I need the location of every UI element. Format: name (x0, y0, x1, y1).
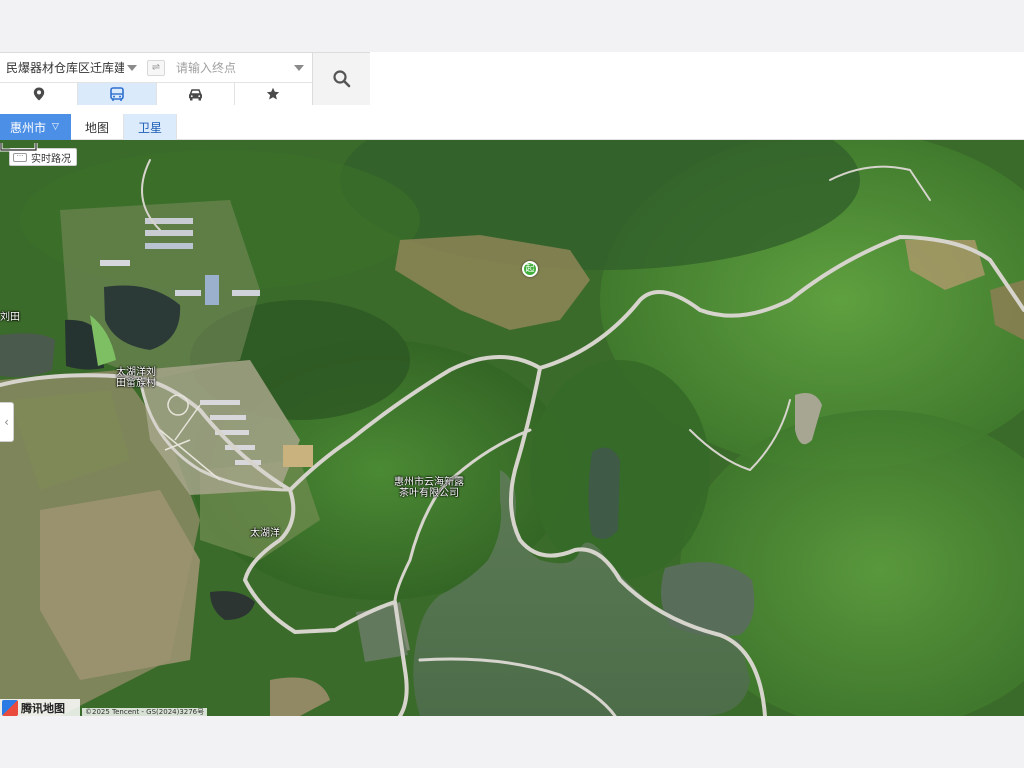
place-label-tea-company[interactable]: 惠州市云海新露 茶叶有限公司 (394, 477, 464, 499)
mode-car[interactable] (156, 83, 235, 105)
scale-bar (0, 143, 38, 152)
travel-mode-tabs (0, 82, 312, 105)
place-label-village[interactable]: 太湖洋刘 田畲族村 (116, 367, 156, 389)
tab-satellite[interactable]: 卫星 (124, 114, 177, 140)
swap-button[interactable]: ⇌ (147, 60, 165, 76)
chevron-left-icon: ‹ (4, 415, 9, 429)
place-label-liutian-text: 刘田 (0, 312, 20, 323)
bus-icon (110, 86, 124, 101)
place-label-tea-company-line2: 茶叶有限公司 (399, 488, 459, 499)
start-point-marker[interactable]: 起 (522, 261, 538, 277)
city-selector[interactable]: 惠州市 ▽ (0, 114, 71, 140)
place-label-taihuyang-text: 太湖洋 (250, 528, 280, 539)
place-label-liutian[interactable]: 刘田 (0, 312, 20, 323)
end-dropdown-icon[interactable] (294, 65, 304, 71)
city-name: 惠州市 (10, 120, 47, 135)
satellite-imagery (0, 140, 1024, 716)
tencent-map-logo: 腾讯地图 (0, 699, 80, 716)
logo-text: 腾讯地图 (21, 701, 65, 715)
mode-bus[interactable] (78, 83, 157, 105)
collapse-panel-button[interactable]: ‹ (0, 402, 14, 442)
map-type-bar: 惠州市 ▽ 地图 卫星 (0, 114, 1024, 140)
search-icon (332, 70, 350, 88)
chevron-down-icon: ▽ (52, 122, 59, 132)
tencent-logo-icon (2, 699, 18, 716)
end-point-placeholder: 请输入终点 (176, 61, 237, 75)
end-point-input[interactable]: 请输入终点 (170, 53, 312, 82)
route-panel: 民爆器材仓库区迁库建 ⇌ 请输入终点 (0, 52, 1024, 114)
start-point-input[interactable]: 民爆器材仓库区迁库建 (0, 53, 145, 82)
search-button[interactable] (312, 53, 370, 105)
tab-map[interactable]: 地图 (71, 114, 124, 140)
start-dropdown-icon[interactable] (127, 65, 137, 71)
top-margin (0, 0, 1024, 52)
car-icon (188, 88, 202, 100)
star-icon (267, 87, 280, 100)
copyright-text: ©2025 Tencent - GS(2024)3276号 (82, 708, 208, 716)
place-label-village-line2: 田畲族村 (116, 378, 156, 389)
place-label-village-line1: 太湖洋刘 (116, 367, 156, 378)
start-point-value: 民爆器材仓库区迁库建 (6, 61, 124, 75)
route-search-box: 民爆器材仓库区迁库建 ⇌ 请输入终点 (0, 52, 370, 105)
place-label-taihuyang[interactable]: 太湖洋 (250, 528, 280, 539)
place-label-tea-company-line1: 惠州市云海新露 (394, 477, 464, 488)
mode-location[interactable] (0, 83, 79, 105)
satellite-map[interactable]: ··· 实时路况 ‹ 刘田 太湖洋刘 田畲族村 惠州市云海新露 茶叶有限公司 太… (0, 140, 1024, 716)
bottom-margin (0, 716, 1024, 768)
mode-favorite[interactable] (234, 83, 312, 105)
location-pin-icon (33, 87, 44, 101)
